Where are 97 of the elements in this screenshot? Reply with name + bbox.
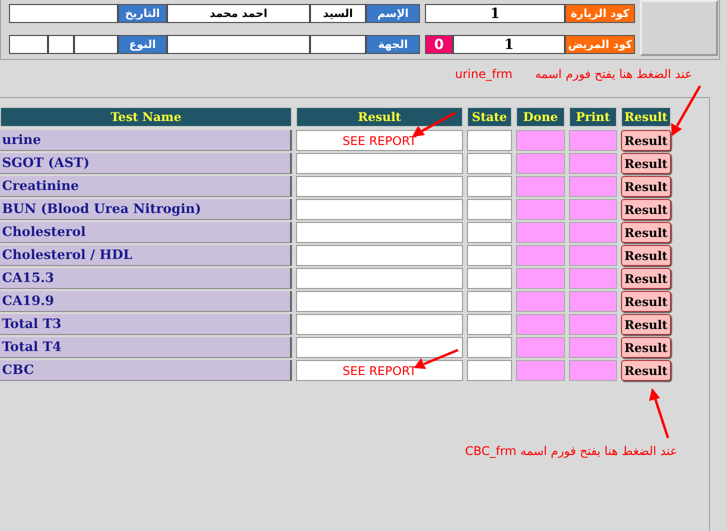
result-cell[interactable] xyxy=(296,337,463,358)
test-name-cell: CA19.9 xyxy=(0,291,292,312)
annotation-text: عند الضغط هنا يفتح فورم اسمه CBC_frm xyxy=(465,444,678,458)
column-header: Result xyxy=(296,107,463,127)
arrow xyxy=(649,388,670,438)
result-button[interactable]: Result xyxy=(621,268,671,289)
print-cell xyxy=(569,360,617,381)
date-field[interactable] xyxy=(9,4,118,23)
result-cell[interactable]: SEE REPORT xyxy=(296,360,463,381)
name-label: الإسم xyxy=(366,4,420,23)
test-name-cell: Cholesterol xyxy=(0,222,292,243)
done-cell xyxy=(516,176,565,197)
done-cell xyxy=(516,245,565,266)
column-header: State xyxy=(467,107,512,127)
visit-code-field[interactable]: 1 xyxy=(425,4,565,23)
result-button[interactable]: Result xyxy=(621,314,671,335)
print-cell xyxy=(569,268,617,289)
state-cell xyxy=(467,153,512,174)
column-header: Done xyxy=(516,107,565,127)
state-cell xyxy=(467,268,512,289)
state-cell xyxy=(467,245,512,266)
result-button[interactable]: Result xyxy=(621,176,671,197)
visit-code-label: كود الزيارة xyxy=(565,4,635,23)
done-cell xyxy=(516,291,565,312)
result-cell[interactable]: SEE REPORT xyxy=(296,130,463,151)
state-cell xyxy=(467,176,512,197)
date-label: التاريخ xyxy=(118,4,167,23)
print-cell xyxy=(569,153,617,174)
state-cell xyxy=(467,360,512,381)
done-cell xyxy=(516,268,565,289)
test-name-cell: SGOT (AST) xyxy=(0,153,292,174)
arrow xyxy=(671,85,702,136)
annotation-text: urine_frm xyxy=(455,67,512,81)
print-cell xyxy=(569,314,617,335)
column-header: Test Name xyxy=(0,107,292,127)
state-cell xyxy=(467,291,512,312)
result-button[interactable]: Result xyxy=(621,360,671,381)
party-label: الجهة xyxy=(366,35,420,54)
result-button[interactable]: Result xyxy=(621,222,671,243)
state-cell xyxy=(467,314,512,335)
result-cell[interactable] xyxy=(296,314,463,335)
result-button[interactable]: Result xyxy=(621,199,671,220)
test-name-cell: CBC xyxy=(0,360,292,381)
result-button[interactable]: Result xyxy=(621,337,671,358)
result-cell[interactable] xyxy=(296,291,463,312)
column-header: Print xyxy=(569,107,617,127)
arrow xyxy=(412,112,456,137)
print-cell xyxy=(569,176,617,197)
party-field[interactable] xyxy=(310,35,366,54)
type-field[interactable] xyxy=(9,35,48,54)
test-name-cell: BUN (Blood Urea Nitrogin) xyxy=(0,199,292,220)
print-cell xyxy=(569,337,617,358)
result-cell[interactable] xyxy=(296,176,463,197)
done-cell xyxy=(516,337,565,358)
result-button[interactable]: Result xyxy=(621,130,671,151)
print-cell xyxy=(569,291,617,312)
name-field[interactable]: احمد محمد xyxy=(167,4,310,23)
patient-code-label: كود المريض xyxy=(565,35,635,54)
done-cell xyxy=(516,222,565,243)
title-field[interactable]: السيد xyxy=(310,4,366,23)
test-name-cell: Creatinine xyxy=(0,176,292,197)
state-cell xyxy=(467,337,512,358)
print-cell xyxy=(569,130,617,151)
test-name-cell: Cholesterol / HDL xyxy=(0,245,292,266)
arrow xyxy=(414,348,458,369)
annotation-text: عند الضغط هنا يفتح فورم اسمه xyxy=(535,67,692,81)
test-name-cell: urine xyxy=(0,130,292,151)
print-cell xyxy=(569,245,617,266)
state-cell xyxy=(467,130,512,151)
test-name-cell: CA15.3 xyxy=(0,268,292,289)
done-cell xyxy=(516,360,565,381)
state-cell xyxy=(467,222,512,243)
type-label: النوع xyxy=(118,35,167,54)
patient-code-field[interactable]: 1 xyxy=(453,35,565,54)
done-cell xyxy=(516,199,565,220)
result-button[interactable]: Result xyxy=(621,245,671,266)
type-field[interactable] xyxy=(74,35,118,54)
done-cell xyxy=(516,130,565,151)
print-cell xyxy=(569,222,617,243)
done-cell xyxy=(516,153,565,174)
party-field[interactable] xyxy=(167,35,310,54)
state-cell xyxy=(467,199,512,220)
column-header: Result xyxy=(621,107,671,127)
result-cell[interactable] xyxy=(296,153,463,174)
print-cell xyxy=(569,199,617,220)
blank-button[interactable] xyxy=(640,0,718,56)
result-cell[interactable] xyxy=(296,268,463,289)
result-button[interactable]: Result xyxy=(621,291,671,312)
test-name-cell: Total T4 xyxy=(0,337,292,358)
result-cell[interactable] xyxy=(296,245,463,266)
count-badge: 0 xyxy=(425,35,453,54)
type-field[interactable] xyxy=(48,35,74,54)
result-button[interactable]: Result xyxy=(621,153,671,174)
result-cell[interactable] xyxy=(296,222,463,243)
test-name-cell: Total T3 xyxy=(0,314,292,335)
result-cell[interactable] xyxy=(296,199,463,220)
done-cell xyxy=(516,314,565,335)
